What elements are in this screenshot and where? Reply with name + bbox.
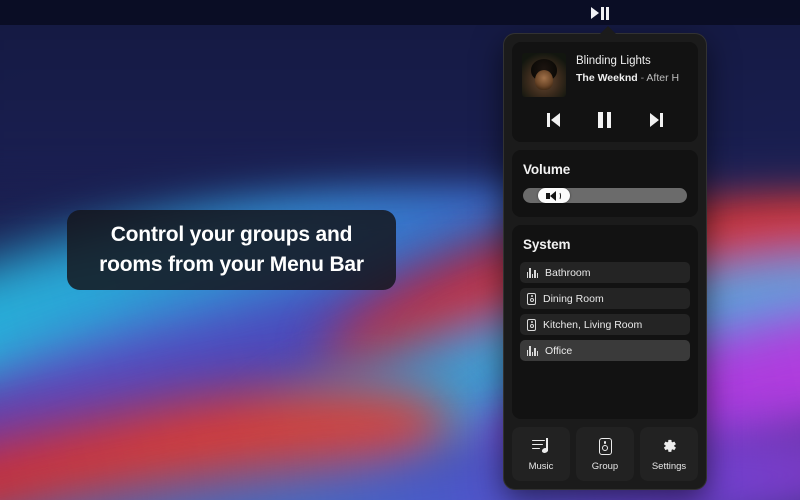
album-artwork — [522, 53, 566, 97]
pause-button[interactable] — [588, 109, 622, 131]
room-label: Office — [545, 344, 573, 357]
room-row-dining-room[interactable]: Dining Room — [520, 288, 690, 309]
pause-bar-right-icon — [606, 6, 609, 20]
track-album: After H — [646, 72, 680, 84]
previous-triangle — [550, 113, 560, 127]
room-row-office[interactable]: Office — [520, 340, 690, 361]
tab-settings[interactable]: Settings — [640, 427, 698, 481]
speaker-tweeter — [530, 295, 533, 297]
next-track-button[interactable] — [639, 109, 673, 131]
desktop: Control your groups and rooms from your … — [0, 0, 800, 500]
menu-bar — [0, 0, 800, 25]
track-separator: - — [640, 72, 645, 84]
transport-controls — [522, 109, 688, 133]
speaker-icon — [598, 437, 612, 456]
speaker-cone — [550, 190, 557, 201]
play-arrow-icon — [591, 7, 599, 19]
volume-card: Volume — [512, 150, 698, 217]
speaker-tweeter — [530, 321, 533, 323]
room-label: Bathroom — [545, 266, 591, 279]
tab-group[interactable]: Group — [576, 427, 634, 481]
tab-settings-label: Settings — [651, 460, 687, 472]
equalizer-icon — [527, 345, 539, 356]
popover-arrow — [599, 26, 617, 35]
room-label: Dining Room — [543, 292, 604, 305]
speaker-glyph — [598, 437, 612, 455]
now-playing-card: Blinding Lights The Weeknd - After H — [512, 42, 698, 142]
speaker-woofer — [529, 324, 534, 328]
volume-title: Volume — [523, 162, 571, 177]
next-triangle — [650, 113, 660, 127]
track-metadata: Blinding Lights The Weeknd - After H — [576, 53, 688, 85]
track-subtitle: The Weeknd - After H — [576, 71, 688, 85]
previous-stub — [547, 113, 550, 127]
speaker-tweeter — [603, 440, 607, 444]
speaker-woofer — [602, 445, 608, 452]
speaker-wave — [557, 191, 562, 200]
callout-line-1: Control your groups and — [110, 223, 353, 246]
now-playing-header: Blinding Lights The Weeknd - After H — [522, 53, 688, 97]
tab-music[interactable]: Music — [512, 427, 570, 481]
track-title: Blinding Lights — [576, 55, 651, 67]
menu-bar-popover: Blinding Lights The Weeknd - After H Vol… — [503, 33, 707, 490]
music-glyph — [531, 437, 551, 455]
gear-icon — [660, 437, 678, 456]
next-track-icon — [650, 113, 663, 127]
room-row-kitchen-living-room[interactable]: Kitchen, Living Room — [520, 314, 690, 335]
play-pause-glyph — [591, 6, 609, 20]
callout-tooltip: Control your groups and rooms from your … — [67, 210, 396, 290]
speaker-woofer — [529, 298, 534, 302]
equalizer-icon — [527, 267, 539, 278]
volume-slider[interactable] — [523, 188, 687, 203]
room-label: Kitchen, Living Room — [543, 318, 643, 331]
track-artist: The Weeknd — [576, 72, 638, 84]
tab-group-label: Group — [591, 460, 619, 472]
callout-line-2: rooms from your Menu Bar — [99, 253, 364, 276]
system-title: System — [523, 237, 571, 252]
pause-bar-left-icon — [601, 6, 604, 20]
speaker-icon — [527, 292, 536, 305]
volume-slider-thumb[interactable] — [537, 188, 570, 203]
next-stub — [660, 113, 663, 127]
music-note-list-icon — [531, 437, 551, 456]
speaker-icon — [546, 190, 562, 201]
tab-music-label: Music — [528, 460, 554, 472]
room-list: Bathroom Dining Room Kitchen, Living Roo… — [520, 262, 690, 361]
system-card: System Bathroom Dining Room Kitchen, Liv… — [512, 225, 698, 419]
menubar-play-pause-icon[interactable] — [578, 2, 622, 24]
tab-bar: Music Group Settings — [512, 427, 698, 481]
previous-track-icon — [547, 113, 560, 127]
speaker-icon — [527, 318, 536, 331]
previous-track-button[interactable] — [537, 109, 571, 131]
room-row-bathroom[interactable]: Bathroom — [520, 262, 690, 283]
pause-icon — [598, 112, 612, 128]
